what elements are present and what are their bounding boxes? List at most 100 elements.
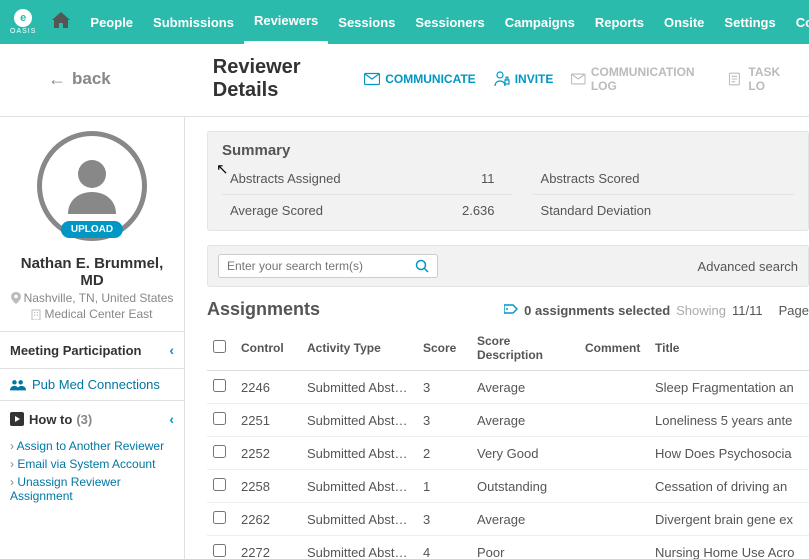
- cell-score-desc: Outstanding: [471, 470, 579, 503]
- cell-title: Sleep Fragmentation an: [649, 371, 809, 404]
- table-row[interactable]: 2272Submitted Abstrac...4PoorNursing Hom…: [207, 536, 809, 559]
- logo-icon: e: [14, 9, 32, 27]
- nav-item-sessioners[interactable]: Sessioners: [405, 0, 494, 44]
- cell-score: 1: [417, 470, 471, 503]
- header-row: ← back Reviewer Details COMMUNICATE INVI…: [0, 44, 809, 116]
- selected-count: 0 assignments selected: [524, 303, 670, 318]
- summary-row: Average Scored2.636: [222, 195, 513, 226]
- table-header[interactable]: Score Description: [471, 326, 579, 371]
- summary-row: Standard Deviation: [533, 195, 794, 226]
- search-row: Advanced search: [207, 245, 809, 287]
- avatar[interactable]: UPLOAD: [37, 131, 147, 241]
- tag-icon[interactable]: [504, 303, 518, 318]
- sidebar-howto: How to (3) ‹ Assign to Another ReviewerE…: [0, 400, 184, 513]
- nav-item-sessions[interactable]: Sessions: [328, 0, 405, 44]
- person-lock-icon: [494, 71, 510, 87]
- cell-activity: Submitted Abstrac...: [301, 503, 417, 536]
- cell-title: Divergent brain gene ex: [649, 503, 809, 536]
- table-row[interactable]: 2262Submitted Abstrac...3AverageDivergen…: [207, 503, 809, 536]
- assignments-title: Assignments: [207, 299, 320, 320]
- back-button[interactable]: ← back: [48, 69, 111, 90]
- reviewer-location: Nashville, TN, United States: [8, 291, 176, 305]
- cell-score: 3: [417, 371, 471, 404]
- summary-title: Summary: [222, 142, 794, 159]
- table-header-row: ControlActivity TypeScoreScore Descripti…: [207, 326, 809, 371]
- summary-left: Abstracts Assigned11Average Scored2.636: [222, 163, 513, 226]
- cell-comment: [579, 470, 649, 503]
- chevron-left-icon: ‹: [169, 342, 174, 358]
- reviewer-org: Medical Center East: [8, 307, 176, 321]
- nav-item-submissions[interactable]: Submissions: [143, 0, 244, 44]
- top-nav: e OASIS PeopleSubmissionsReviewersSessio…: [0, 0, 809, 44]
- advanced-search-link[interactable]: Advanced search: [698, 259, 798, 274]
- table-header[interactable]: Control: [235, 326, 301, 371]
- search-box: [218, 254, 438, 278]
- table-header[interactable]: Activity Type: [301, 326, 417, 371]
- pubmed-link[interactable]: Pub Med Connections: [0, 369, 184, 400]
- invite-button[interactable]: INVITE: [494, 65, 554, 93]
- left-column: UPLOAD Nathan E. Brummel, MD Nashville, …: [0, 117, 185, 559]
- row-checkbox[interactable]: [213, 379, 226, 392]
- chevron-left-icon: ‹: [169, 411, 174, 427]
- cell-title: Cessation of driving an: [649, 470, 809, 503]
- reviewer-name: Nathan E. Brummel, MD: [8, 255, 176, 289]
- pin-icon: [11, 292, 21, 304]
- task-log-button[interactable]: TASK LO: [729, 65, 795, 93]
- cell-score-desc: Average: [471, 404, 579, 437]
- cell-control: 2252: [235, 437, 301, 470]
- nav-item-onsite[interactable]: Onsite: [654, 0, 714, 44]
- sidebar-pubmed: Pub Med Connections: [0, 368, 184, 400]
- play-icon: [10, 412, 24, 426]
- communicate-button[interactable]: COMMUNICATE: [364, 65, 475, 93]
- select-all-checkbox[interactable]: [213, 340, 226, 353]
- row-checkbox[interactable]: [213, 445, 226, 458]
- table-row[interactable]: 2252Submitted Abstrac...2Very GoodHow Do…: [207, 437, 809, 470]
- cell-score-desc: Very Good: [471, 437, 579, 470]
- cell-score: 4: [417, 536, 471, 559]
- cell-comment: [579, 404, 649, 437]
- sidebar-meeting-participation: Meeting Participation ‹: [0, 331, 184, 368]
- howto-list: Assign to Another ReviewerEmail via Syst…: [0, 437, 184, 513]
- home-icon[interactable]: [52, 12, 70, 33]
- nav-item-reviewers[interactable]: Reviewers: [244, 0, 328, 44]
- table-row[interactable]: 2258Submitted Abstrac...1Outstanding Cess…: [207, 470, 809, 503]
- cell-control: 2258: [235, 470, 301, 503]
- howto-item[interactable]: Assign to Another Reviewer: [6, 437, 178, 455]
- row-checkbox[interactable]: [213, 544, 226, 557]
- main: UPLOAD Nathan E. Brummel, MD Nashville, …: [0, 117, 809, 559]
- nav-item-reports[interactable]: Reports: [585, 0, 654, 44]
- nav-item-campaigns[interactable]: Campaigns: [495, 0, 585, 44]
- avatar-block: UPLOAD Nathan E. Brummel, MD Nashville, …: [0, 117, 184, 331]
- cell-activity: Submitted Abstrac...: [301, 404, 417, 437]
- table-row[interactable]: 2251Submitted Abstrac...3AverageLoneline…: [207, 404, 809, 437]
- communication-log-button[interactable]: COMMUNICATION LOG: [571, 65, 711, 93]
- search-icon[interactable]: [415, 259, 429, 273]
- arrow-left-icon: ←: [48, 69, 66, 90]
- nav-item-configuration[interactable]: Configuration: [786, 0, 809, 44]
- meeting-participation-header[interactable]: Meeting Participation ‹: [0, 332, 184, 368]
- howto-item[interactable]: Email via System Account: [6, 455, 178, 473]
- summary-right: Abstracts ScoredStandard Deviation: [513, 163, 794, 226]
- logo[interactable]: e OASIS: [10, 9, 36, 35]
- table-row[interactable]: 2246Submitted Abstrac...3AverageSleep Fr…: [207, 371, 809, 404]
- cell-control: 2272: [235, 536, 301, 559]
- table-header[interactable]: Title: [649, 326, 809, 371]
- cell-title: How Does Psychosocia: [649, 437, 809, 470]
- howto-header[interactable]: How to (3) ‹: [0, 401, 184, 437]
- task-log-icon: [729, 71, 743, 87]
- table-header[interactable]: Score: [417, 326, 471, 371]
- row-checkbox[interactable]: [213, 511, 226, 524]
- nav-item-settings[interactable]: Settings: [714, 0, 785, 44]
- table-header[interactable]: Comment: [579, 326, 649, 371]
- cell-title: Nursing Home Use Acro: [649, 536, 809, 559]
- upload-button[interactable]: UPLOAD: [61, 221, 123, 238]
- cell-score: 2: [417, 437, 471, 470]
- cell-activity: Submitted Abstrac...: [301, 470, 417, 503]
- howto-item[interactable]: Unassign Reviewer Assignment: [6, 473, 178, 505]
- cell-activity: Submitted Abstrac...: [301, 536, 417, 559]
- summary-row: Abstracts Scored: [533, 163, 794, 195]
- nav-item-people[interactable]: People: [80, 0, 143, 44]
- row-checkbox[interactable]: [213, 478, 226, 491]
- search-input[interactable]: [227, 259, 415, 273]
- row-checkbox[interactable]: [213, 412, 226, 425]
